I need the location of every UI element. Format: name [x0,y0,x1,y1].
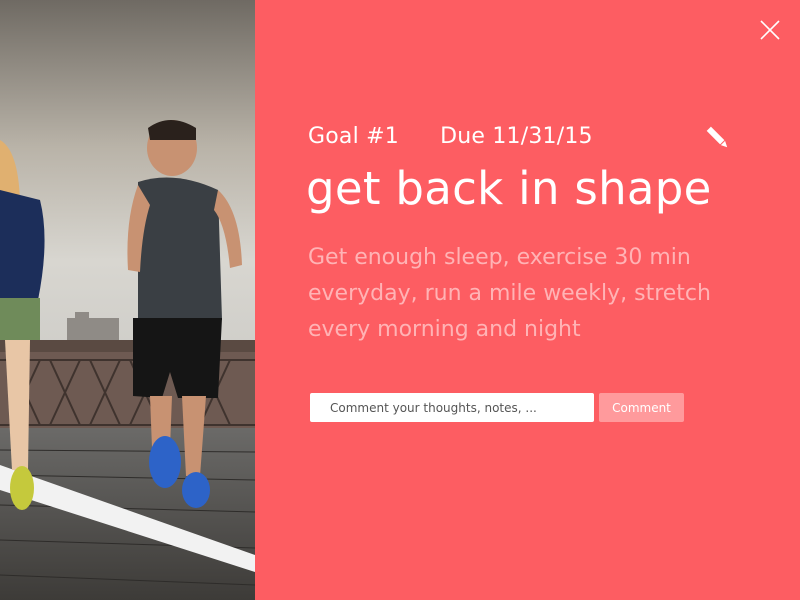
close-icon [760,20,780,40]
edit-goal-button[interactable] [704,124,732,152]
goal-description: Get enough sleep, exercise 30 min everyd… [308,245,711,342]
close-button[interactable] [758,18,782,42]
comment-input[interactable] [310,393,594,422]
goal-meta: Goal #1 Due 11/31/15 [308,124,593,149]
goal-panel: Goal #1 Due 11/31/15 get back in shape G… [255,0,800,600]
goal-number: Goal #1 [308,124,399,149]
comment-button[interactable]: Comment [599,393,684,422]
goal-title: get back in shape [306,162,712,215]
runners-photo-illustration [0,0,255,600]
pencil-icon [706,126,728,148]
goal-due-date: Due 11/31/15 [440,124,593,149]
runners-photo [0,0,255,600]
goal-card: Goal #1 Due 11/31/15 get back in shape G… [0,0,800,600]
